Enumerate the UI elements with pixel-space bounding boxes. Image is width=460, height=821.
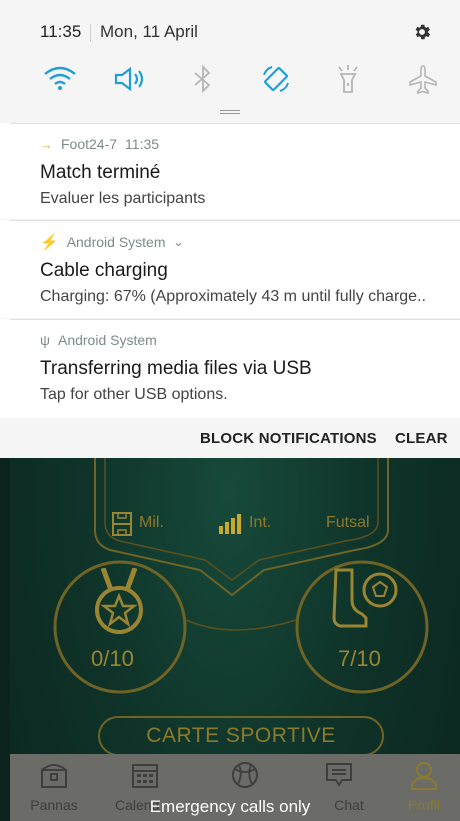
notification-title: Cable charging — [40, 260, 168, 281]
notification-text: Tap for other USB options. — [40, 386, 228, 403]
medals-count: 0/10 — [91, 646, 134, 671]
divider — [10, 319, 460, 320]
notification-actions: BLOCK NOTIFICATIONS CLEAR — [0, 418, 460, 458]
notification-header: ⚡ Android System ⌄ — [40, 233, 184, 251]
airplane-icon — [409, 65, 437, 94]
status-separator — [90, 24, 91, 42]
gear-icon[interactable] — [412, 22, 432, 42]
notification-time: 11:35 — [125, 136, 160, 152]
football-icon — [232, 762, 258, 788]
qs-bluetooth-toggle[interactable] — [183, 62, 223, 96]
chat-icon — [326, 763, 352, 787]
notification-header: ψ Android System — [40, 332, 157, 348]
qs-airplane-toggle[interactable] — [403, 62, 443, 96]
position-int: Int. — [249, 514, 272, 531]
qs-flashlight-toggle[interactable] — [328, 62, 368, 96]
carte-sportive-button[interactable]: CARTE SPORTIVE — [98, 716, 384, 756]
qs-wifi-toggle[interactable] — [40, 62, 80, 96]
divider — [10, 123, 460, 124]
notification-foot247[interactable]: → Foot24-7 11:35 Match terminé Evaluer l… — [0, 123, 460, 219]
flashlight-icon — [338, 65, 358, 93]
profile-icon — [410, 762, 438, 790]
notification-text: Charging: 67% (Approximately 43 m until … — [40, 288, 426, 305]
qs-sound-toggle[interactable] — [110, 62, 150, 96]
matches-count: 7/10 — [338, 646, 381, 671]
calendar-icon — [132, 764, 158, 788]
app-edge — [0, 458, 10, 821]
intensity-icon — [219, 514, 241, 534]
notification-app: Android System — [57, 332, 157, 348]
auto-rotate-icon — [263, 66, 289, 92]
boot-ball-icon — [332, 568, 398, 628]
qs-rotate-toggle[interactable] — [256, 62, 296, 96]
divider — [10, 220, 460, 221]
position-mil: Mil. — [139, 514, 164, 531]
notification-charging[interactable]: ⚡ Android System ⌄ Cable charging Chargi… — [0, 220, 460, 318]
wifi-icon — [44, 66, 76, 90]
notification-title: Transferring media files via USB — [40, 358, 312, 379]
emergency-calls-text: Emergency calls only — [149, 797, 311, 816]
panel-drag-handle[interactable] — [220, 110, 240, 114]
treasure-chest-icon — [41, 764, 67, 788]
bluetooth-icon — [194, 65, 211, 93]
arrow-right-icon: → — [40, 136, 53, 152]
lightning-icon: ⚡ — [40, 234, 59, 251]
notification-title: Match terminé — [40, 162, 161, 183]
field-icon — [112, 512, 132, 536]
notification-panel: 11:35 Mon, 11 April → Foot24-7 11:35 Mat… — [0, 0, 460, 458]
block-notifications-button[interactable]: BLOCK NOTIFICATIONS — [200, 430, 377, 447]
date: Mon, 11 April — [100, 22, 198, 41]
chevron-down-icon[interactable]: ⌄ — [174, 235, 184, 249]
clock: 11:35 — [40, 22, 82, 41]
notification-header: → Foot24-7 11:35 — [40, 136, 159, 152]
sound-icon — [114, 66, 144, 92]
medal-icon — [95, 568, 143, 634]
notification-text: Evaluer les participants — [40, 190, 206, 207]
status-bar: 11:35 Mon, 11 April — [0, 0, 460, 64]
notification-usb[interactable]: ψ Android System Transferring media file… — [0, 319, 460, 418]
position-futsal: Futsal — [326, 514, 370, 531]
notification-app: Android System — [66, 234, 166, 250]
notification-app: Foot24-7 — [61, 136, 118, 152]
usb-icon: ψ — [40, 332, 50, 348]
clear-button[interactable]: CLEAR — [395, 430, 448, 447]
